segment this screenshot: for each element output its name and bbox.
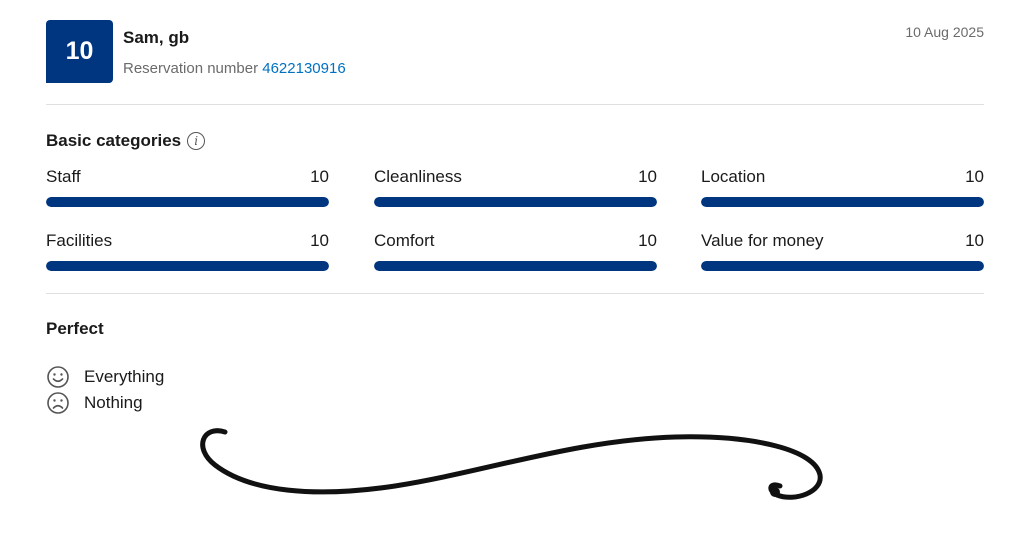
divider: [46, 104, 984, 105]
category-location: Location 10: [701, 167, 984, 207]
category-score: 10: [638, 167, 657, 186]
category-bar-fill: [701, 197, 984, 207]
review-score-badge: 10: [46, 20, 113, 83]
category-bar: [374, 197, 657, 207]
category-bar: [701, 197, 984, 207]
decorative-flourish: [200, 428, 823, 500]
category-staff: Staff 10: [46, 167, 329, 207]
category-bar-fill: [374, 197, 657, 207]
reviewer-name: Sam, gb: [123, 28, 190, 47]
category-bar: [46, 197, 329, 207]
category-bar-fill: [46, 261, 329, 271]
positive-feedback: Everything: [46, 365, 164, 389]
category-label: Location: [701, 167, 766, 186]
review-title-text: Perfect: [46, 319, 104, 338]
category-bar-fill: [374, 261, 657, 271]
category-bar-fill: [46, 197, 329, 207]
category-label: Comfort: [374, 231, 435, 250]
negative-feedback-text: Nothing: [84, 393, 143, 412]
category-score: 10: [310, 167, 329, 186]
category-bar: [701, 261, 984, 271]
negative-feedback: Nothing: [46, 391, 143, 415]
positive-feedback-text: Everything: [84, 367, 165, 386]
review-date: 10 Aug 2025: [905, 24, 984, 40]
category-label: Cleanliness: [374, 167, 462, 186]
category-cleanliness: Cleanliness 10: [374, 167, 657, 207]
category-comfort: Comfort 10: [374, 231, 657, 271]
category-facilities: Facilities 10: [46, 231, 329, 271]
section-title-text: Basic categories: [46, 131, 182, 150]
smile-icon: [47, 366, 69, 388]
category-bar-fill: [701, 261, 984, 271]
category-value-for-money: Value for money 10: [701, 231, 984, 271]
basic-categories-title: Basic categories i: [46, 131, 206, 151]
category-bar: [46, 261, 329, 271]
category-score: 10: [965, 231, 984, 250]
frown-icon: [47, 392, 69, 414]
reservation-info: Reservation number 4622130916: [123, 60, 346, 77]
category-score: 10: [310, 231, 329, 250]
reservation-number-link[interactable]: 4622130916: [262, 60, 345, 77]
info-icon[interactable]: i: [187, 132, 206, 150]
category-score: 10: [638, 231, 657, 250]
review-score: 10: [65, 37, 94, 65]
reservation-label: Reservation number: [123, 60, 259, 77]
category-score: 10: [965, 167, 984, 186]
category-label: Staff: [46, 167, 81, 186]
category-label: Value for money: [701, 231, 824, 250]
category-label: Facilities: [46, 231, 113, 250]
category-bar: [374, 261, 657, 271]
divider: [46, 293, 984, 294]
review-title: Perfect: [46, 319, 104, 339]
